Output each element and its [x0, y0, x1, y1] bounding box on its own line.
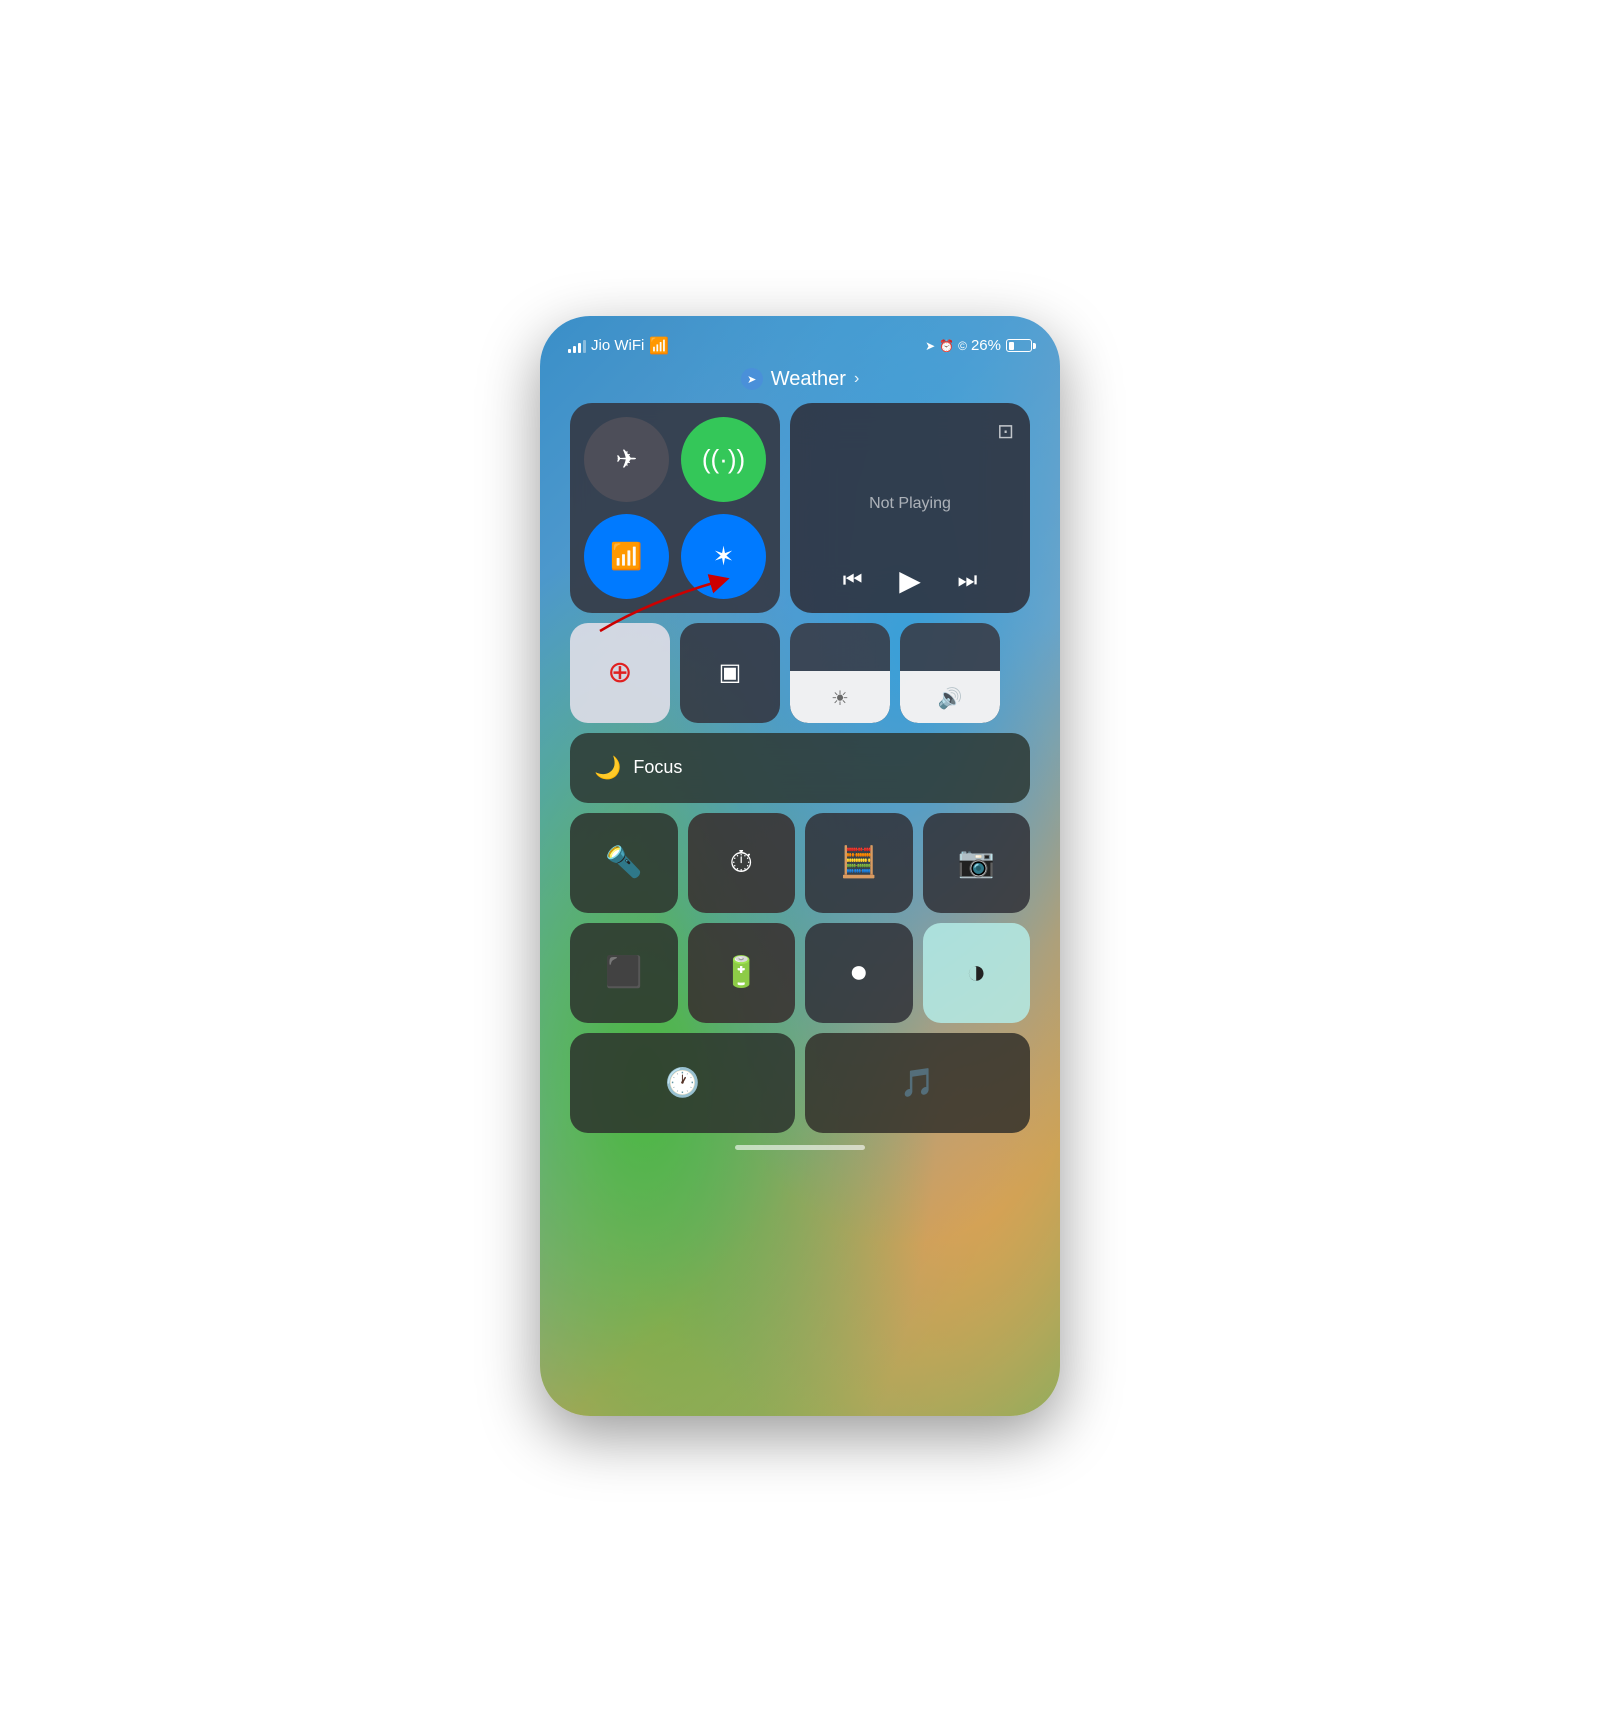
- wifi-button[interactable]: 📶: [584, 514, 669, 599]
- control-center: ✈ ((·)) 📶 ✶ ⊡: [570, 403, 1030, 1133]
- stopwatch-icon: 🕐: [665, 1066, 700, 1099]
- battery-percent-label: 26%: [971, 337, 1001, 354]
- airplane-icon: ✈: [616, 444, 638, 475]
- signal-bar-1: [568, 349, 571, 353]
- brightness-icon: ☀: [831, 686, 849, 711]
- media-top: ⊡: [806, 419, 1014, 444]
- phone-content: Jio WiFi 📶 ➤ ⏰ © 26% ➤: [540, 316, 1060, 1416]
- lock-rotation-button[interactable]: ⊕: [570, 623, 670, 723]
- location-status-icon: ➤: [925, 339, 935, 353]
- screen-mirror-icon: ▣: [719, 658, 742, 687]
- signal-bar-2: [573, 346, 576, 353]
- calculator-button[interactable]: 🧮: [805, 813, 913, 913]
- airplay-icon[interactable]: ⊡: [997, 419, 1014, 444]
- status-right: ➤ ⏰ © 26%: [925, 337, 1032, 354]
- media-controls: ⏮ ▶ ⏭: [806, 564, 1014, 597]
- location-icon-circle: ➤: [741, 368, 763, 390]
- carrier-label: Jio WiFi: [591, 337, 644, 354]
- airplane-mode-button[interactable]: ✈: [584, 417, 669, 502]
- flashlight-button[interactable]: 🔦: [570, 813, 678, 913]
- wifi-status-icon: 📶: [649, 336, 669, 356]
- low-battery-icon: 🔋: [723, 955, 760, 990]
- media-player-block: ⊡ Not Playing ⏮ ▶ ⏭: [790, 403, 1030, 613]
- focus-label: Focus: [633, 757, 682, 778]
- bluetooth-button[interactable]: ✶: [681, 514, 766, 599]
- row-small-controls: ⊕ ▣ ☀ 🔊: [570, 623, 1030, 723]
- accessibility-icon: ◑: [966, 953, 987, 992]
- bluetooth-icon: ✶: [713, 541, 735, 572]
- icon-grid-row4: 🔦 ⏱ 🧮 📷: [570, 813, 1030, 913]
- focus-button[interactable]: 🌙 Focus: [570, 733, 1030, 803]
- battery-container: [1006, 339, 1032, 352]
- screen-record-button[interactable]: ⏺: [805, 923, 913, 1023]
- orientation-lock-icon: ©: [958, 339, 967, 353]
- lock-rotation-icon: ⊕: [607, 655, 632, 690]
- stopwatch-button[interactable]: 🕐: [570, 1033, 795, 1133]
- signal-bars: [568, 339, 586, 353]
- media-not-playing-label: Not Playing: [806, 444, 1014, 564]
- hotspot-icon: ((·)): [702, 444, 745, 475]
- moon-icon: 🌙: [594, 755, 621, 781]
- connectivity-block: ✈ ((·)) 📶 ✶: [570, 403, 780, 613]
- screen-record-icon: ⏺: [851, 956, 866, 990]
- volume-slider[interactable]: 🔊: [900, 623, 1000, 723]
- alarm-icon: ⏰: [939, 339, 954, 353]
- qr-scanner-button[interactable]: ⬛: [570, 923, 678, 1023]
- volume-icon: 🔊: [938, 686, 963, 711]
- weather-title: Weather: [771, 368, 846, 391]
- icon-grid-row5: ⬛ 🔋 ⏺ ◑: [570, 923, 1030, 1023]
- screen-mirror-button[interactable]: ▣: [680, 623, 780, 723]
- calculator-icon: 🧮: [840, 845, 877, 880]
- camera-button[interactable]: 📷: [923, 813, 1031, 913]
- weather-chevron-icon: ›: [854, 370, 859, 388]
- media-play-button[interactable]: ▶: [899, 564, 921, 597]
- camera-icon: 📷: [958, 845, 995, 880]
- status-bar: Jio WiFi 📶 ➤ ⏰ © 26%: [540, 330, 1060, 362]
- battery-indicator: [1006, 339, 1032, 352]
- status-left: Jio WiFi 📶: [568, 336, 669, 356]
- flashlight-icon: 🔦: [605, 845, 642, 880]
- music-recognition-icon: 🎵: [900, 1066, 935, 1099]
- weather-banner[interactable]: ➤ Weather ›: [741, 368, 860, 391]
- icon-grid-row6: 🕐 🎵: [570, 1033, 1030, 1133]
- signal-bar-3: [578, 343, 581, 353]
- qr-scanner-icon: ⬛: [605, 955, 642, 990]
- wifi-icon: 📶: [610, 541, 642, 572]
- row-connectivity-media: ✈ ((·)) 📶 ✶ ⊡: [570, 403, 1030, 613]
- timer-icon: ⏱: [730, 846, 753, 880]
- location-arrow-icon: ➤: [747, 373, 756, 386]
- small-button-group: ⊕ ▣: [570, 623, 780, 723]
- brightness-slider[interactable]: ☀: [790, 623, 890, 723]
- low-battery-mode-button[interactable]: 🔋: [688, 923, 796, 1023]
- home-indicator[interactable]: [735, 1145, 865, 1150]
- media-forward-button[interactable]: ⏭: [957, 567, 977, 593]
- phone-frame: Jio WiFi 📶 ➤ ⏰ © 26% ➤: [540, 316, 1060, 1416]
- battery-fill: [1009, 342, 1014, 350]
- sliders-group: ☀ 🔊: [790, 623, 1000, 723]
- music-recognition-button[interactable]: 🎵: [805, 1033, 1030, 1133]
- media-rewind-button[interactable]: ⏮: [843, 567, 863, 593]
- status-icons: ➤ ⏰ © 26%: [925, 337, 1001, 354]
- accessibility-button[interactable]: ◑: [923, 923, 1031, 1023]
- timer-button[interactable]: ⏱: [688, 813, 796, 913]
- personal-hotspot-button[interactable]: ((·)): [681, 417, 766, 502]
- signal-bar-4: [583, 340, 586, 353]
